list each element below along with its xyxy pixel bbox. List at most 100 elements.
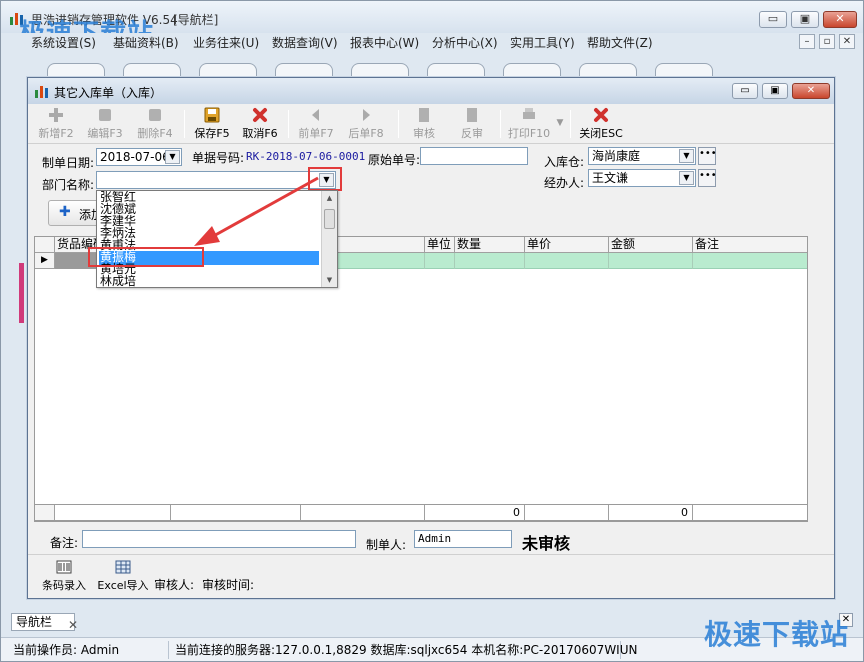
col-header-price[interactable]: 单价 xyxy=(525,237,609,253)
excel-icon xyxy=(115,560,131,574)
bg-tab xyxy=(351,63,409,77)
col-header-unit[interactable]: 单位 xyxy=(425,237,455,253)
next-button[interactable]: 后单F8 xyxy=(346,106,386,142)
footer-corner xyxy=(35,505,55,520)
remark-input[interactable] xyxy=(82,530,356,548)
warehouse-label: 入库仓: xyxy=(544,155,585,169)
background-tabs xyxy=(19,63,849,77)
audit-button[interactable]: 审核 xyxy=(408,106,440,142)
toolbar-separator xyxy=(500,110,501,138)
doc-no-label: 单据号码: xyxy=(192,151,245,165)
print-dropdown-icon[interactable]: ▼ xyxy=(554,106,566,142)
orig-no-label: 原始单号: xyxy=(368,153,421,167)
bg-tab xyxy=(47,63,105,77)
menu-tools[interactable]: 实用工具(Y) xyxy=(510,34,575,51)
divider xyxy=(28,554,834,555)
footer-cell xyxy=(171,505,301,520)
side-accent-bar xyxy=(19,263,24,323)
mdi-restore-button[interactable]: ▫ xyxy=(819,34,835,49)
title-bar: 思浩进销存管理软件 V6.54 [导航栏] 极速下载站 ▭ ▣ ✕ xyxy=(1,1,863,49)
close-x-icon xyxy=(594,108,608,122)
tab-navigation[interactable]: 导航栏 ✕ xyxy=(11,613,78,633)
save-button[interactable]: 保存F5 xyxy=(192,106,232,142)
watermark-logo: 极速下载站 xyxy=(703,618,849,651)
unaudit-button[interactable]: 反审 xyxy=(456,106,488,142)
delete-button[interactable]: 删除F4 xyxy=(134,106,176,142)
edit-button[interactable]: 编辑F3 xyxy=(84,106,126,142)
audit-time-label: 审核时间: xyxy=(202,578,255,592)
barcode-entry-button[interactable]: 条码录入 xyxy=(38,560,90,593)
footer-cell xyxy=(301,505,425,520)
cancel-button[interactable]: 取消F6 xyxy=(240,106,280,142)
orig-no-input[interactable] xyxy=(420,147,528,165)
arrow-right-icon xyxy=(363,109,370,121)
close-icon[interactable]: ✕ xyxy=(68,617,78,633)
list-item[interactable]: 林成培 xyxy=(99,275,319,288)
bg-tab xyxy=(579,63,637,77)
prev-button[interactable]: 前单F7 xyxy=(296,106,336,142)
chevron-down-icon[interactable]: ▼ xyxy=(165,150,180,164)
date-label: 制单日期: xyxy=(42,156,95,170)
maximize-button[interactable]: ▣ xyxy=(791,11,819,28)
app-title-tag: [导航栏] xyxy=(173,13,219,27)
col-header-qty[interactable]: 数量 xyxy=(455,237,525,253)
table-cell[interactable] xyxy=(425,253,455,269)
col-header-amount[interactable]: 金额 xyxy=(609,237,693,253)
plus-icon xyxy=(49,108,63,122)
audit-status: 未审核 xyxy=(522,534,571,553)
table-cell[interactable] xyxy=(609,253,693,269)
cancel-x-icon xyxy=(253,108,267,122)
bg-tab xyxy=(655,63,713,77)
chevron-down-icon[interactable]: ▼ xyxy=(679,171,694,185)
bottom-panel: 备注: 制单人: Admin 未审核 条码录入 Excel导入 审核人: 审核时… xyxy=(28,526,834,598)
toolbar-separator xyxy=(398,110,399,138)
footer-cell xyxy=(55,505,171,520)
mdi-minimize-button[interactable]: – xyxy=(799,34,815,49)
audit-icon xyxy=(419,108,429,122)
new-button[interactable]: 新增F2 xyxy=(36,106,76,142)
edit-icon xyxy=(99,109,111,121)
menu-basic[interactable]: 基础资料(B) xyxy=(113,34,179,51)
menu-query[interactable]: 数据查询(V) xyxy=(272,34,338,51)
dialog-close-button[interactable]: ✕ xyxy=(792,83,830,99)
menu-system[interactable]: 系统设置(S) xyxy=(31,34,96,51)
maker-input[interactable]: Admin xyxy=(414,530,512,548)
col-header-remark[interactable]: 备注 xyxy=(693,237,807,253)
scroll-up-icon[interactable]: ▲ xyxy=(322,191,337,205)
dialog-minimize-button[interactable]: ▭ xyxy=(732,83,758,99)
row-indicator-icon: ▶ xyxy=(35,253,55,269)
menu-help[interactable]: 帮助文件(Z) xyxy=(587,34,653,51)
menu-analysis[interactable]: 分析中心(X) xyxy=(432,34,498,51)
scroll-thumb[interactable] xyxy=(324,209,335,229)
barcode-icon xyxy=(56,560,72,574)
floppy-disk-icon xyxy=(204,107,220,123)
warehouse-browse-button[interactable]: ••• xyxy=(698,147,717,165)
close-esc-button[interactable]: 关闭ESC xyxy=(578,106,624,142)
close-button[interactable]: ✕ xyxy=(823,11,857,28)
handler-browse-button[interactable]: ••• xyxy=(698,169,717,187)
menu-reports[interactable]: 报表中心(W) xyxy=(350,34,419,51)
auditor-label: 审核人: xyxy=(154,578,195,592)
scroll-down-icon[interactable]: ▼ xyxy=(322,273,337,287)
bg-tab xyxy=(199,63,257,77)
minimize-button[interactable]: ▭ xyxy=(759,11,787,28)
annotation-arrow-icon xyxy=(194,176,319,246)
dept-label: 部门名称: xyxy=(42,178,95,192)
print-button[interactable]: 打印F10 xyxy=(506,106,552,142)
dialog-title: 其它入库单（入库） xyxy=(54,86,163,100)
date-picker[interactable]: 2018-07-06 ▼ xyxy=(96,148,182,166)
table-cell[interactable] xyxy=(455,253,525,269)
dialog-maximize-button[interactable]: ▣ xyxy=(762,83,788,99)
table-cell[interactable] xyxy=(525,253,609,269)
menu-business[interactable]: 业务往来(U) xyxy=(193,34,259,51)
bg-tab xyxy=(275,63,333,77)
mdi-close-button[interactable]: ✕ xyxy=(839,34,855,49)
toolbar-separator xyxy=(288,110,289,138)
grid-corner xyxy=(35,237,55,253)
handler-select[interactable]: 王文谦 ▼ xyxy=(588,169,696,187)
excel-import-button[interactable]: Excel导入 xyxy=(94,560,152,593)
warehouse-select[interactable]: 海尚康庭 ▼ xyxy=(588,147,696,165)
stock-in-dialog: 其它入库单（入库） ▭ ▣ ✕ 新增F2 编辑F3 删除F4 保存F5 取消F6… xyxy=(27,77,835,599)
status-operator: 当前操作员: Admin xyxy=(9,641,169,659)
chevron-down-icon[interactable]: ▼ xyxy=(679,149,694,163)
